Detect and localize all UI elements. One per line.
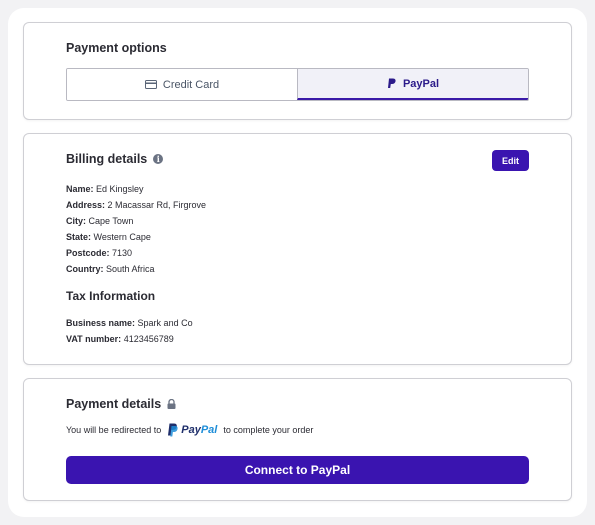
tax-field-business-name: Business name: Spark and Co (66, 315, 193, 331)
payment-details-title: Payment details (66, 397, 162, 411)
redirect-prefix: You will be redirected to (66, 425, 162, 435)
billing-details-card: Billing details i Edit Name: Ed Kingsley… (23, 133, 572, 365)
field-value: 7130 (112, 248, 133, 258)
tab-paypal[interactable]: PayPal (297, 69, 528, 100)
lock-icon (167, 399, 176, 409)
field-value: Cape Town (88, 216, 134, 226)
billing-details-title: Billing details (66, 152, 148, 166)
paypal-icon (387, 78, 396, 88)
connect-paypal-button[interactable]: Connect to PayPal (66, 456, 529, 484)
payment-method-tabs: Credit Card PayPal (66, 68, 529, 101)
field-value: South Africa (106, 264, 155, 274)
billing-field-city: City: Cape Town (66, 213, 206, 229)
tax-fields: Business name: Spark and Co VAT number: … (66, 315, 193, 347)
field-label: Name: (66, 184, 94, 194)
paypal-wordmark-pay: Pay (181, 424, 201, 436)
billing-field-name: Name: Ed Kingsley (66, 181, 206, 197)
redirect-notice: You will be redirected to Pay Pal to comp… (66, 423, 313, 437)
paypal-mark-icon (168, 423, 178, 437)
field-value: 4123456789 (123, 334, 174, 344)
billing-field-address: Address: 2 Macassar Rd, Firgrove (66, 197, 206, 213)
paypal-logo: Pay Pal (167, 423, 217, 437)
billing-field-state: State: Western Cape (66, 229, 206, 245)
payment-details-card: Payment details You will be redirected t… (23, 378, 572, 501)
field-label: Address: (66, 200, 106, 210)
tax-field-vat-number: VAT number: 4123456789 (66, 331, 193, 347)
field-label: Business name: (66, 318, 136, 328)
tab-paypal-label: PayPal (402, 77, 440, 90)
field-label: City: (66, 216, 86, 226)
payment-details-heading: Payment details (66, 397, 176, 411)
billing-details-heading: Billing details i (66, 152, 164, 166)
payment-options-card: Payment options Credit Card PayPal (23, 22, 572, 120)
field-label: State: (66, 232, 92, 242)
field-label: VAT number: (66, 334, 122, 344)
field-label: Postcode: (66, 248, 110, 258)
tab-credit-card-label: Credit Card (162, 78, 220, 91)
credit-card-icon (144, 80, 157, 89)
info-icon[interactable]: i (153, 154, 164, 164)
field-value: Ed Kingsley (96, 184, 144, 194)
field-label: Country: (66, 264, 104, 274)
redirect-suffix: to complete your order (223, 425, 314, 435)
paypal-wordmark-pal: Pal (200, 424, 218, 436)
tax-information-title: Tax Information (66, 289, 156, 303)
field-value: Spark and Co (137, 318, 193, 328)
field-value: 2 Macassar Rd, Firgrove (107, 200, 207, 210)
billing-fields: Name: Ed Kingsley Address: 2 Macassar Rd… (66, 181, 206, 277)
tab-credit-card[interactable]: Credit Card (67, 69, 297, 100)
field-value: Western Cape (93, 232, 151, 242)
edit-button[interactable]: Edit (492, 150, 529, 171)
payment-options-title: Payment options (66, 41, 167, 55)
billing-field-postcode: Postcode: 7130 (66, 245, 206, 261)
billing-field-country: Country: South Africa (66, 261, 206, 277)
